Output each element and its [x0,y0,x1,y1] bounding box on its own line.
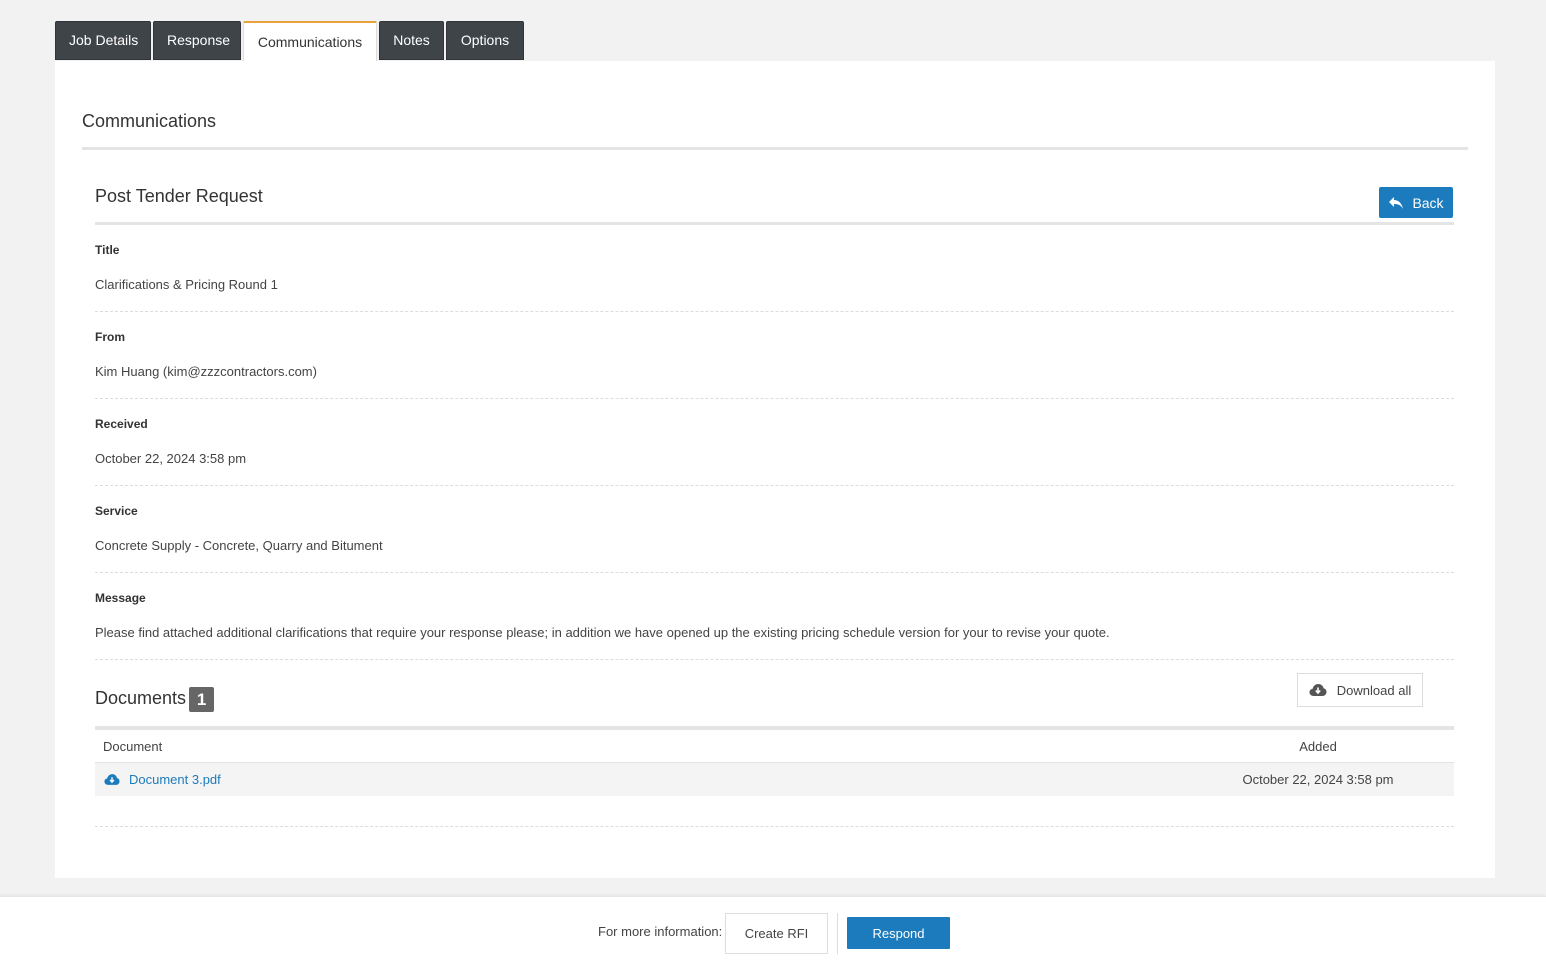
field-title: Title Clarifications & Pricing Round 1 [95,225,1454,312]
field-message: Message Please find attached additional … [95,573,1454,660]
respond-button[interactable]: Respond [847,917,950,949]
back-button[interactable]: Back [1379,187,1453,218]
field-value: October 22, 2024 3:58 pm [95,451,247,466]
column-header-document: Document [103,738,163,754]
back-button-label: Back [1412,194,1444,211]
field-value: Concrete Supply - Concrete, Quarry and B… [95,538,383,553]
field-from: From Kim Huang (kim@zzzcontractors.com) [95,312,1454,399]
column-header-added: Added [1299,738,1337,754]
create-rfi-button[interactable]: Create RFI [725,913,828,954]
document-cell: Document 3.pdf [95,772,1182,787]
tab-response[interactable]: Response [153,21,241,60]
section-divider [82,147,1468,150]
documents-bottom-divider [95,826,1454,827]
reply-arrow-icon [1389,196,1404,209]
documents-title: Documents [95,688,187,708]
documents-table: Document Added Document 3.pdf October 22… [95,726,1454,796]
documents-count-badge: 1 [189,687,215,712]
documents-heading: Documents 1 [95,685,215,712]
table-row: Document 3.pdf October 22, 2024 3:58 pm [95,763,1454,796]
field-label: Title [95,243,120,257]
tab-options[interactable]: Options [446,21,524,60]
document-link[interactable]: Document 3.pdf [129,772,221,787]
tab-notes[interactable]: Notes [379,21,444,60]
tab-job-details[interactable]: Job Details [55,21,151,60]
request-title: Post Tender Request [95,186,263,206]
download-all-label: Download all [1336,682,1412,698]
field-service: Service Concrete Supply - Concrete, Quar… [95,486,1454,573]
action-footer: For more information: Create RFI Respond [0,896,1546,966]
field-label: Service [95,504,138,518]
field-label: Message [95,591,146,605]
more-info-label: For more information: [598,924,723,939]
cloud-download-icon [1309,684,1327,696]
field-label: From [95,330,125,344]
tab-communications[interactable]: Communications [243,21,377,61]
field-value: Clarifications & Pricing Round 1 [95,277,278,292]
section-title: Communications [82,111,217,131]
field-value: Kim Huang (kim@zzzcontractors.com) [95,364,317,379]
footer-separator [837,913,838,954]
tab-bar: Job Details Response Communications Note… [55,21,524,61]
field-label: Received [95,417,148,431]
document-added-date: October 22, 2024 3:58 pm [1242,772,1394,787]
field-value: Please find attached additional clarific… [95,625,1110,640]
download-all-button[interactable]: Download all [1297,673,1423,707]
content-panel: Communications Post Tender Request Back … [55,61,1495,878]
table-header: Document Added [95,730,1454,763]
field-received: Received October 22, 2024 3:58 pm [95,399,1454,486]
cloud-download-icon[interactable] [104,773,120,786]
